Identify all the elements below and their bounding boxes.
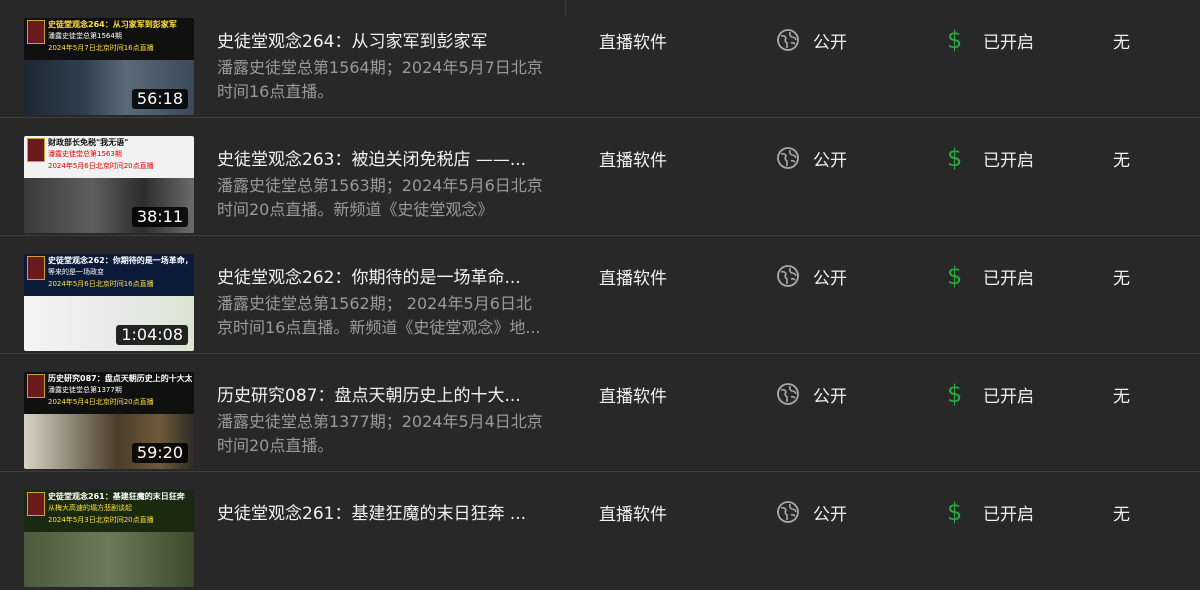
- video-description: 潘露史徒堂总第1564期；2024年5月7日北京时间16点直播。: [217, 58, 543, 101]
- thumbnail-title: 历史研究087：盘点天朝历史上的十大太监（下）: [48, 374, 192, 383]
- channel-logo: [27, 138, 45, 162]
- visibility-value[interactable]: 公开: [813, 267, 847, 291]
- video-description: 潘露史徒堂总第1377期；2024年5月4日北京时间20点直播。: [217, 412, 543, 455]
- video-description: 潘露史徒堂总第1562期； 2024年5月6日北京时间16点直播。新频道《史徒堂…: [217, 294, 541, 337]
- table-row[interactable]: 历史研究087：盘点天朝历史上的十大太监（下） 潘露史徒堂总第1377期 202…: [0, 354, 1200, 472]
- video-title[interactable]: 史徒堂观念264：从习家军到彭家军: [217, 30, 547, 54]
- video-type: 直播软件: [599, 151, 667, 171]
- thumbnail-subtitle: 等来的是一场政变: [48, 268, 104, 276]
- restrictions-value: 无: [1113, 151, 1130, 171]
- video-title[interactable]: 历史研究087：盘点天朝历史上的十大...: [217, 384, 547, 408]
- dollar-icon: $: [947, 262, 963, 290]
- video-duration: 38:11: [131, 207, 188, 227]
- video-duration: 56:18: [131, 89, 188, 109]
- monetization-value[interactable]: 已开启: [983, 267, 1034, 291]
- thumbnail-date: 2024年5月7日北京时间16点直播: [48, 44, 154, 52]
- thumbnail-subtitle: 潘露史徒堂总第1563期: [48, 150, 122, 158]
- video-type: 直播软件: [599, 387, 667, 407]
- video-type: 直播软件: [599, 505, 667, 525]
- table-row[interactable]: 财政部长免税"我无语" 潘露史徒堂总第1563期 2024年5月6日北京时间20…: [0, 118, 1200, 236]
- monetization-value[interactable]: 已开启: [983, 149, 1034, 173]
- video-type: 直播软件: [599, 269, 667, 289]
- dollar-icon: $: [947, 144, 963, 172]
- channel-logo: [27, 492, 45, 516]
- restrictions-value: 无: [1113, 505, 1130, 525]
- globe-icon[interactable]: [776, 500, 800, 524]
- restrictions-value: 无: [1113, 33, 1130, 53]
- video-duration: 1:04:08: [116, 325, 188, 345]
- thumbnail-title: 史徒堂观念264：从习家军到彭家军: [48, 20, 177, 29]
- thumbnail-date: 2024年5月6日北京时间20点直播: [48, 162, 154, 170]
- thumbnail-banner: 史徒堂观念261：基建狂魔的末日狂奔 从梅大高速的塌方悲剧谈起 2024年5月3…: [24, 490, 194, 532]
- thumbnail-date: 2024年5月3日北京时间20点直播: [48, 516, 154, 524]
- thumbnail-subtitle: 从梅大高速的塌方悲剧谈起: [48, 504, 132, 512]
- video-table: 史徒堂观念264：从习家军到彭家军 潘露史徒堂总第1564期 2024年5月7日…: [0, 0, 1200, 587]
- video-thumbnail[interactable]: 历史研究087：盘点天朝历史上的十大太监（下） 潘露史徒堂总第1377期 202…: [24, 372, 194, 469]
- restrictions-value: 无: [1113, 269, 1130, 289]
- dollar-icon: $: [947, 380, 963, 408]
- thumbnail-subtitle: 潘露史徒堂总第1377期: [48, 386, 122, 394]
- monetization-value[interactable]: 已开启: [983, 503, 1034, 527]
- table-row[interactable]: 史徒堂观念262：你期待的是一场革命，结果 等来的是一场政变 2024年5月6日…: [0, 236, 1200, 354]
- video-thumbnail[interactable]: 财政部长免税"我无语" 潘露史徒堂总第1563期 2024年5月6日北京时间20…: [24, 136, 194, 233]
- thumbnail-title: 史徒堂观念261：基建狂魔的末日狂奔: [48, 492, 185, 501]
- thumbnail-banner: 历史研究087：盘点天朝历史上的十大太监（下） 潘露史徒堂总第1377期 202…: [24, 372, 194, 414]
- restrictions-value: 无: [1113, 387, 1130, 407]
- thumbnail-date: 2024年5月4日北京时间20点直播: [48, 398, 154, 406]
- globe-icon[interactable]: [776, 382, 800, 406]
- thumbnail-title: 史徒堂观念262：你期待的是一场革命，结果: [48, 256, 192, 265]
- video-thumbnail[interactable]: 史徒堂观念261：基建狂魔的末日狂奔 从梅大高速的塌方悲剧谈起 2024年5月3…: [24, 490, 194, 587]
- visibility-value[interactable]: 公开: [813, 149, 847, 173]
- video-description: 潘露史徒堂总第1563期；2024年5月6日北京时间20点直播。新频道《史徒堂观…: [217, 176, 543, 219]
- video-thumbnail[interactable]: 史徒堂观念262：你期待的是一场革命，结果 等来的是一场政变 2024年5月6日…: [24, 254, 194, 351]
- table-row[interactable]: 史徒堂观念264：从习家军到彭家军 潘露史徒堂总第1564期 2024年5月7日…: [0, 0, 1200, 118]
- thumbnail-banner: 财政部长免税"我无语" 潘露史徒堂总第1563期 2024年5月6日北京时间20…: [24, 136, 194, 178]
- monetization-value[interactable]: 已开启: [983, 31, 1034, 55]
- thumbnail-subtitle: 潘露史徒堂总第1564期: [48, 32, 122, 40]
- globe-icon[interactable]: [776, 146, 800, 170]
- video-duration: 59:20: [131, 443, 188, 463]
- visibility-value[interactable]: 公开: [813, 503, 847, 527]
- video-type: 直播软件: [599, 33, 667, 53]
- dollar-icon: $: [947, 26, 963, 54]
- video-thumbnail[interactable]: 史徒堂观念264：从习家军到彭家军 潘露史徒堂总第1564期 2024年5月7日…: [24, 18, 194, 115]
- visibility-value[interactable]: 公开: [813, 385, 847, 409]
- thumbnail-title: 财政部长免税"我无语": [48, 138, 129, 147]
- video-title[interactable]: 史徒堂观念261：基建狂魔的末日狂奔 ...: [217, 502, 547, 526]
- video-title[interactable]: 史徒堂观念262：你期待的是一场革命...: [217, 266, 547, 290]
- globe-icon[interactable]: [776, 28, 800, 52]
- table-row[interactable]: 史徒堂观念261：基建狂魔的末日狂奔 从梅大高速的塌方悲剧谈起 2024年5月3…: [0, 472, 1200, 590]
- thumbnail-banner: 史徒堂观念264：从习家军到彭家军 潘露史徒堂总第1564期 2024年5月7日…: [24, 18, 194, 60]
- video-title[interactable]: 史徒堂观念263：被迫关闭免税店 ——...: [217, 148, 547, 172]
- visibility-value[interactable]: 公开: [813, 31, 847, 55]
- thumbnail-banner: 史徒堂观念262：你期待的是一场革命，结果 等来的是一场政变 2024年5月6日…: [24, 254, 194, 296]
- channel-logo: [27, 256, 45, 280]
- thumbnail-image: [24, 532, 194, 587]
- globe-icon[interactable]: [776, 264, 800, 288]
- channel-logo: [27, 374, 45, 398]
- dollar-icon: $: [947, 498, 963, 526]
- thumbnail-date: 2024年5月6日北京时间16点直播: [48, 280, 154, 288]
- channel-logo: [27, 20, 45, 44]
- monetization-value[interactable]: 已开启: [983, 385, 1034, 409]
